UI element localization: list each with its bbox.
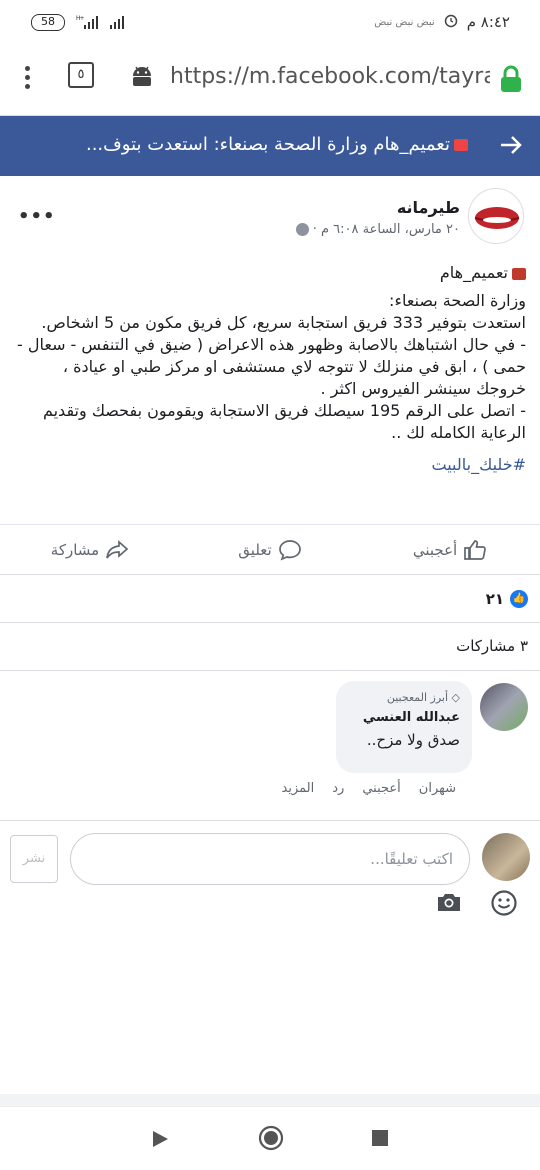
lock-icon[interactable]	[498, 64, 524, 94]
like-button[interactable]: أعجبني	[360, 525, 540, 574]
commenter-avatar[interactable]	[480, 683, 528, 731]
post-line: - اتصل على الرقم 195 سيصلك فريق الاستجاب…	[42, 401, 526, 442]
comment-item: ◇ أبرز المعجبين عبدالله العنسي صدق ولا م…	[0, 670, 540, 820]
share-button[interactable]: مشاركة	[0, 525, 180, 574]
comment-input[interactable]: اكتب تعليقًا...	[70, 833, 470, 885]
camera-icon[interactable]	[436, 891, 462, 913]
thumbs-up-icon	[464, 539, 487, 560]
like-badge-icon: 👍	[510, 589, 528, 608]
home-icon[interactable]	[258, 1125, 284, 1151]
recents-icon[interactable]	[372, 1130, 388, 1146]
back-icon[interactable]	[150, 1129, 170, 1149]
banner-title: تعميم_هام وزارة الصحة بصنعاء: استعدت بتو…	[28, 134, 468, 155]
post-line: - في حال اشتباهك بالاصابة وظهور هذه الاع…	[16, 335, 526, 398]
post-author[interactable]: طيرمانه	[397, 198, 460, 217]
system-navigation-bar	[0, 1106, 540, 1170]
comment-like-button[interactable]: أعجبني	[362, 781, 400, 796]
screen: 58 H+ ٨:٤٢ م نبض نبض نبض ٥ https://m.fac…	[0, 0, 540, 1170]
diamond-icon: ◇	[451, 691, 460, 704]
post-line: استعدت بتوفير 333 فريق استجابة سريع، كل …	[41, 313, 526, 332]
comment-time: شهران	[418, 781, 456, 796]
shares-count[interactable]: ٣ مشاركات	[0, 622, 540, 670]
post-comment-button[interactable]: نشر	[10, 835, 58, 883]
post-actions: أعجبني تعليق مشاركة	[0, 524, 540, 574]
more-options-icon[interactable]: •••	[18, 206, 56, 227]
address-bar[interactable]: https://m.facebook.com/tayrama	[170, 64, 490, 89]
notification-text: نبض نبض نبض	[374, 16, 435, 28]
battery-indicator: 58	[31, 14, 65, 31]
menu-icon[interactable]	[22, 64, 32, 94]
commenter-name[interactable]: عبدالله العنسي	[348, 710, 460, 725]
status-right: ٨:٤٢ م نبض نبض نبض	[374, 12, 510, 32]
status-bar: 58 H+ ٨:٤٢ م نبض نبض نبض	[0, 0, 540, 44]
reaction-count: ٢١	[485, 589, 504, 608]
tab-switcher-button[interactable]: ٥	[68, 62, 94, 88]
page-avatar[interactable]	[468, 188, 524, 244]
globe-icon	[295, 223, 309, 236]
android-icon[interactable]	[128, 62, 156, 90]
top-fan-badge: ◇ أبرز المعجبين	[386, 691, 460, 704]
post-card: طيرمانه ٢٠ مارس، الساعة ٦:٠٨ م · ••• تعم…	[0, 176, 540, 1094]
user-avatar	[482, 833, 530, 881]
svg-text:H+: H+	[76, 15, 85, 22]
arrow-right-icon[interactable]	[498, 132, 524, 158]
page-header-banner[interactable]: تعميم_هام وزارة الصحة بصنعاء: استعدت بتو…	[0, 116, 540, 176]
comment-bubble[interactable]: ◇ أبرز المعجبين عبدالله العنسي صدق ولا م…	[336, 681, 472, 773]
alarm-flag-icon	[454, 139, 468, 151]
comment-text: صدق ولا مزح..	[366, 731, 460, 749]
comment-button[interactable]: تعليق	[180, 525, 360, 574]
post-meta: ٢٠ مارس، الساعة ٦:٠٨ م ·	[295, 222, 460, 237]
post-timestamp[interactable]: ٢٠ مارس، الساعة ٦:٠٨ م ·	[313, 222, 460, 237]
reactions-summary[interactable]: 👍 ٢١	[0, 574, 540, 622]
post-line: وزارة الصحة بصنعاء:	[389, 291, 526, 310]
alarm-icon	[443, 12, 459, 32]
comment-icon	[278, 539, 301, 561]
comment-reply-button[interactable]: رد	[332, 781, 344, 796]
hashtag-link[interactable]: #خليك_بالبيت	[12, 454, 526, 476]
post-line: تعميم_هام	[12, 262, 526, 284]
comment-more-button[interactable]: المزيد	[282, 781, 315, 796]
post-text: تعميم_هام وزارة الصحة بصنعاء: استعدت بتو…	[12, 262, 526, 476]
flag-icon	[512, 267, 526, 280]
clock: ٨:٤٢ م	[466, 13, 510, 31]
emoji-icon[interactable]	[490, 889, 518, 917]
browser-toolbar: ٥ https://m.facebook.com/tayrama	[0, 44, 540, 116]
comment-composer: اكتب تعليقًا... نشر	[0, 820, 540, 940]
share-icon	[106, 539, 129, 559]
signal-icon: H+	[76, 13, 132, 34]
comment-actions: شهران أعجبني رد المزيد	[282, 781, 456, 796]
